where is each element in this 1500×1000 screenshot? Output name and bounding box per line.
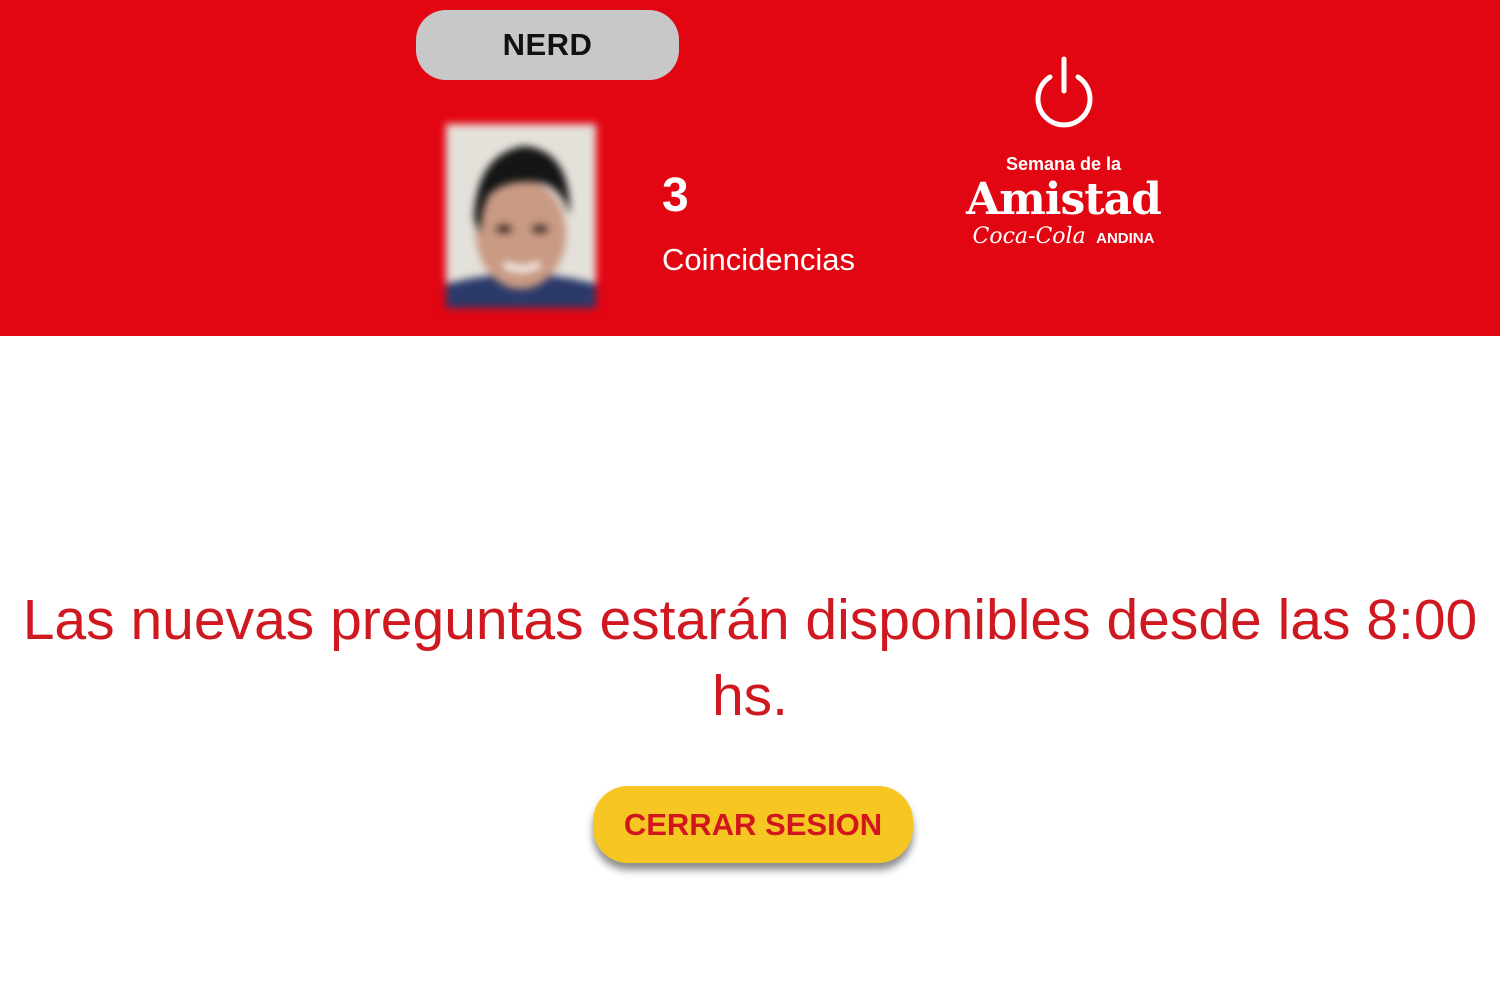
avatar xyxy=(446,124,596,308)
logo-subtitle: Semana de la xyxy=(1005,154,1122,174)
event-logo: Semana de la Amistad Coca-Cola ANDINA xyxy=(966,152,1162,252)
match-count: 3 xyxy=(662,169,689,222)
power-icon[interactable] xyxy=(1030,55,1098,131)
availability-message: Las nuevas preguntas estarán disponibles… xyxy=(22,588,1478,728)
match-label: Coincidencias xyxy=(662,242,855,277)
brand-logo: Coca-Cola xyxy=(972,224,1086,249)
logo-title: Amistad xyxy=(966,174,1162,225)
profile-type-badge[interactable]: NERD xyxy=(416,10,679,80)
header: NERD 3 Coincidencias Semana de la Amista… xyxy=(0,0,1500,336)
logo-brands: Coca-Cola ANDINA xyxy=(966,224,1161,252)
company-logo: ANDINA xyxy=(1096,230,1155,247)
logout-button[interactable]: CERRAR SESION xyxy=(593,786,913,863)
